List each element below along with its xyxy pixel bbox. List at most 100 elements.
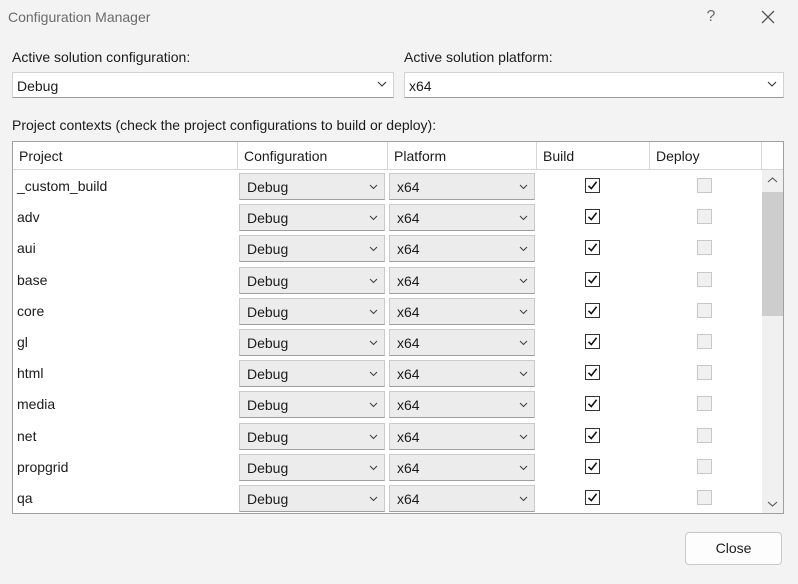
build-checkbox[interactable] bbox=[585, 334, 600, 349]
build-checkbox[interactable] bbox=[585, 396, 600, 412]
configuration-dropdown[interactable]: Debug bbox=[239, 266, 385, 294]
platform-dropdown[interactable]: x64 bbox=[389, 360, 535, 388]
table-row[interactable]: qa Debug x64 bbox=[13, 483, 762, 513]
configuration-value: Debug bbox=[247, 210, 289, 227]
deploy-checkbox[interactable] bbox=[697, 302, 712, 318]
chevron-down-icon bbox=[369, 184, 378, 190]
configuration-dropdown[interactable]: Debug bbox=[239, 360, 385, 388]
table-row[interactable]: media Debug x64 bbox=[13, 389, 762, 420]
table-row[interactable]: aui Debug x64 bbox=[13, 233, 762, 264]
deploy-checkbox[interactable] bbox=[697, 365, 712, 381]
column-header-platform[interactable]: Platform bbox=[388, 142, 537, 170]
platform-value: x64 bbox=[397, 179, 420, 195]
deploy-checkbox[interactable] bbox=[697, 458, 712, 474]
build-checkbox[interactable] bbox=[585, 209, 600, 225]
chevron-down-icon bbox=[519, 371, 528, 377]
build-checkbox[interactable] bbox=[585, 458, 600, 474]
column-header-project[interactable]: Project bbox=[13, 142, 238, 170]
platform-dropdown[interactable]: x64 bbox=[389, 266, 535, 294]
configuration-dropdown[interactable]: Debug bbox=[239, 453, 385, 481]
build-checkbox[interactable] bbox=[585, 302, 600, 318]
project-name: qa bbox=[17, 490, 33, 506]
table-row[interactable]: propgrid Debug x64 bbox=[13, 452, 762, 483]
deploy-checkbox[interactable] bbox=[697, 490, 712, 505]
column-header-deploy[interactable]: Deploy bbox=[650, 142, 762, 170]
header-corner bbox=[762, 142, 783, 170]
configuration-dropdown[interactable]: Debug bbox=[239, 204, 385, 232]
project-name: media bbox=[17, 396, 56, 413]
chevron-down-icon bbox=[369, 371, 378, 377]
platform-dropdown[interactable]: x64 bbox=[389, 297, 535, 325]
chevron-down-icon bbox=[369, 309, 378, 315]
deploy-checkbox[interactable] bbox=[697, 178, 712, 193]
help-button[interactable]: ? bbox=[696, 2, 726, 32]
title-bar: Configuration Manager ? bbox=[0, 0, 798, 36]
project-name: base bbox=[17, 271, 48, 288]
deploy-checkbox[interactable] bbox=[697, 209, 712, 225]
chevron-down-icon bbox=[369, 465, 378, 471]
configuration-value: Debug bbox=[247, 491, 289, 507]
configuration-value: Debug bbox=[247, 366, 289, 383]
checkmark-icon bbox=[587, 337, 598, 346]
build-checkbox[interactable] bbox=[585, 240, 600, 256]
platform-value: x64 bbox=[397, 303, 420, 320]
active-platform-value: x64 bbox=[409, 78, 432, 94]
chevron-down-icon bbox=[369, 215, 378, 221]
active-platform-dropdown[interactable]: x64 bbox=[404, 72, 784, 98]
chevron-down-icon bbox=[519, 340, 528, 346]
build-checkbox[interactable] bbox=[585, 365, 600, 381]
platform-dropdown[interactable]: x64 bbox=[389, 453, 535, 481]
configuration-dropdown[interactable]: Debug bbox=[239, 485, 385, 512]
build-checkbox[interactable] bbox=[585, 271, 600, 287]
platform-value: x64 bbox=[397, 491, 420, 507]
chevron-down-icon bbox=[519, 496, 528, 502]
platform-value: x64 bbox=[397, 210, 420, 227]
window-title: Configuration Manager bbox=[8, 9, 151, 25]
project-name: gl bbox=[17, 334, 28, 350]
deploy-checkbox[interactable] bbox=[697, 271, 712, 287]
build-checkbox[interactable] bbox=[585, 178, 600, 193]
scroll-down-icon[interactable] bbox=[767, 500, 778, 508]
project-name: propgrid bbox=[17, 458, 69, 475]
table-row[interactable]: gl Debug x64 bbox=[13, 327, 762, 358]
platform-dropdown[interactable]: x64 bbox=[389, 329, 535, 356]
build-checkbox[interactable] bbox=[585, 427, 600, 443]
configuration-dropdown[interactable]: Debug bbox=[239, 297, 385, 325]
configuration-dropdown[interactable]: Debug bbox=[239, 391, 385, 419]
deploy-checkbox[interactable] bbox=[697, 334, 712, 349]
vertical-scrollbar[interactable] bbox=[762, 170, 783, 513]
configuration-dropdown[interactable]: Debug bbox=[239, 329, 385, 356]
platform-dropdown[interactable]: x64 bbox=[389, 422, 535, 450]
table-row[interactable]: _custom_build Debug x64 bbox=[13, 171, 762, 202]
platform-dropdown[interactable]: x64 bbox=[389, 391, 535, 419]
active-config-dropdown[interactable]: Debug bbox=[12, 72, 394, 98]
project-name: adv bbox=[17, 209, 40, 226]
checkmark-icon bbox=[587, 306, 598, 315]
deploy-checkbox[interactable] bbox=[697, 396, 712, 412]
close-button[interactable]: Close bbox=[685, 532, 782, 565]
column-header-configuration[interactable]: Configuration bbox=[238, 142, 388, 170]
scroll-up-icon[interactable] bbox=[767, 176, 778, 184]
deploy-checkbox[interactable] bbox=[697, 240, 712, 256]
project-contexts-label: Project contexts (check the project conf… bbox=[12, 117, 437, 133]
table-row[interactable]: adv Debug x64 bbox=[13, 202, 762, 233]
table-row[interactable]: net Debug x64 bbox=[13, 421, 762, 452]
close-icon bbox=[761, 10, 775, 24]
table-row[interactable]: core Debug x64 bbox=[13, 296, 762, 327]
configuration-dropdown[interactable]: Debug bbox=[239, 235, 385, 263]
table-row[interactable]: html Debug x64 bbox=[13, 358, 762, 389]
table-row[interactable]: base Debug x64 bbox=[13, 265, 762, 296]
configuration-dropdown[interactable]: Debug bbox=[239, 422, 385, 450]
chevron-down-icon bbox=[519, 247, 528, 252]
configuration-value: Debug bbox=[247, 459, 289, 476]
platform-dropdown[interactable]: x64 bbox=[389, 485, 535, 512]
platform-dropdown[interactable]: x64 bbox=[389, 173, 535, 200]
window-close-button[interactable] bbox=[752, 2, 784, 32]
configuration-dropdown[interactable]: Debug bbox=[239, 173, 385, 200]
scrollbar-thumb[interactable] bbox=[762, 192, 783, 316]
build-checkbox[interactable] bbox=[585, 490, 600, 505]
platform-dropdown[interactable]: x64 bbox=[389, 235, 535, 263]
platform-dropdown[interactable]: x64 bbox=[389, 204, 535, 232]
column-header-build[interactable]: Build bbox=[537, 142, 650, 170]
deploy-checkbox[interactable] bbox=[697, 427, 712, 443]
